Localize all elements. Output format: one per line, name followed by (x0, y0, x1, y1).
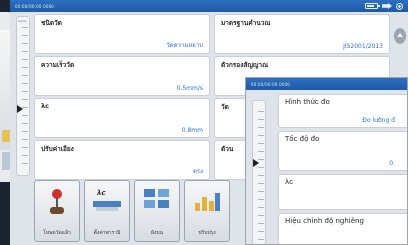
network-icon (396, 2, 403, 10)
battery-icon (365, 3, 380, 9)
scroll-up-button[interactable] (394, 28, 406, 44)
field-label: Hình thức đo (285, 98, 330, 106)
title-bar-text: 00:00/00:00 0000 (15, 3, 55, 9)
field-measurement-type[interactable]: ชนิดวัด วัดความหยาบ (34, 14, 210, 54)
field-value: วัดความหยาบ (166, 42, 203, 49)
title-bar: 00:00/00:00 0000 (246, 78, 407, 90)
field-lambda-c[interactable]: λc (278, 174, 407, 210)
field-label: ชนิดวัด (41, 19, 62, 27)
parameter-settings-button[interactable]: λc ตั้งค่าพารามิ (84, 180, 130, 242)
field-measurement-speed[interactable]: ความเร็ววัด 0.5mm/s (34, 56, 210, 96)
field-label: ตัวกรองสัญญาณ (221, 61, 269, 69)
measurement-window-vietnamese: 00:00/00:00 0000 Hình thức đo Đo lường đ… (245, 77, 408, 245)
tool-button-label: ผังบน (151, 230, 163, 236)
scale-ticks (22, 27, 28, 167)
joystick-icon (50, 189, 64, 215)
field-label: λc (285, 178, 293, 186)
field-label: λc (41, 102, 49, 110)
field-value: JIS2001/2013 (343, 43, 383, 50)
field-label: ตัวน (221, 145, 234, 153)
usb-icon (382, 3, 392, 9)
scale-unit-label: mm/s (18, 19, 27, 23)
field-value: 0. (389, 160, 395, 167)
layout-button[interactable]: ผังบน (134, 180, 180, 242)
field-tilt-correction[interactable]: Hiệu chỉnh độ nghiêng (278, 213, 407, 244)
field-measurement-speed[interactable]: Tốc độ đo 0. (278, 131, 407, 171)
probe-position-scale (252, 100, 266, 244)
status-icons (365, 2, 403, 10)
field-label: Tốc độ đo (285, 135, 320, 143)
probe-position-arrow-icon (253, 159, 259, 167)
field-value: ตรง (192, 168, 203, 175)
probe-position-arrow-icon (17, 105, 23, 113)
adjust-button[interactable]: ปรับปรุง (184, 180, 230, 242)
field-label: Hiệu chỉnh độ nghiêng (285, 217, 364, 225)
blocks-icon (144, 189, 170, 209)
field-label: มาตรฐานคำนวณ (221, 19, 271, 27)
field-tilt-correction[interactable]: ปรับค่าเอียง ตรง (34, 140, 210, 180)
scale-ticks (258, 111, 264, 244)
start-measurement-button[interactable]: โหมดวัดแล้ว (34, 180, 80, 242)
field-label: ปรับค่าเอียง (41, 145, 74, 153)
graph-icon (194, 189, 220, 211)
field-measurement-type[interactable]: Hình thức đo Đo lường đ (278, 94, 407, 128)
tool-button-label: ปรับปรุง (198, 230, 216, 236)
field-value: 0.5mm/s (176, 85, 203, 92)
field-calculation-standard[interactable]: มาตรฐานคำนวณ JIS2001/2013 (214, 14, 390, 54)
probe-position-scale: mm/s (16, 16, 30, 176)
field-label: ความเร็ววัด (41, 61, 75, 69)
field-value: 0.8mm (181, 127, 203, 134)
field-lambda-c[interactable]: λc 0.8mm (34, 98, 210, 138)
title-bar: 00:00/00:00 0000 (10, 0, 408, 12)
field-value: Đo lường đ (362, 117, 395, 124)
tool-button-label: ตั้งค่าพารามิ (93, 230, 121, 236)
tool-button-label: โหมดวัดแล้ว (43, 230, 71, 236)
lambda-c-icon: λc (93, 189, 121, 213)
field-label: วัด (221, 103, 229, 111)
title-bar-text: 00:00/00:00 0000 (251, 81, 291, 87)
